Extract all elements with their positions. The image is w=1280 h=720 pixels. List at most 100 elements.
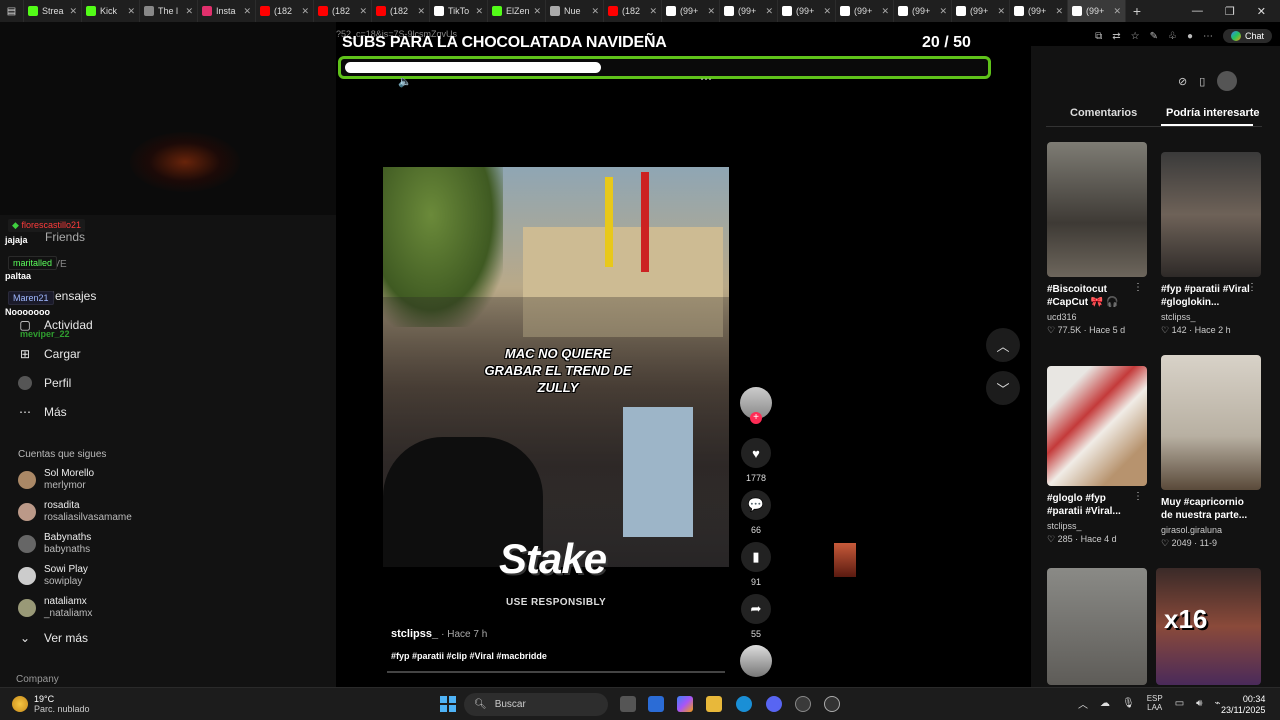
browser-tab[interactable]: ElZen ✕: [488, 0, 546, 22]
following-account[interactable]: rosadita rosaliasilvasamame: [18, 500, 132, 524]
following-account[interactable]: Babynaths babynaths: [18, 532, 91, 556]
close-tab-icon[interactable]: ✕: [127, 6, 135, 17]
music-disc[interactable]: [740, 645, 772, 677]
browser-tab[interactable]: (99+ ✕: [1010, 0, 1068, 22]
edge-icon[interactable]: [736, 696, 752, 712]
close-tab-icon[interactable]: ✕: [881, 6, 889, 17]
bookmark-icon[interactable]: ▮: [741, 542, 771, 572]
sidebar-item-profile[interactable]: Perfil: [18, 376, 71, 390]
browser-tab[interactable]: Nue ✕: [546, 0, 604, 22]
browser-tab[interactable]: (99+ ✕: [720, 0, 778, 22]
task-view-icon[interactable]: [620, 696, 636, 712]
browser-tab[interactable]: (99+ ✕: [778, 0, 836, 22]
close-tab-icon[interactable]: ✕: [707, 6, 715, 17]
recommended-video-card[interactable]: [1047, 568, 1147, 685]
sidebar-item-friends[interactable]: Friends: [45, 230, 85, 244]
close-tab-icon[interactable]: ✕: [591, 6, 599, 17]
weather-widget[interactable]: 19°C Parc. nublado: [12, 694, 90, 714]
phone-icon[interactable]: ▯: [1199, 75, 1205, 88]
copilot-icon[interactable]: [677, 696, 693, 712]
maximize-button[interactable]: ❐: [1225, 5, 1235, 18]
tab-comments[interactable]: Comentarios: [1070, 107, 1137, 119]
favorite-star-icon[interactable]: ☆: [1131, 31, 1140, 42]
share-action[interactable]: ➦ 55: [741, 594, 771, 639]
browser-tab[interactable]: (99+ ✕: [894, 0, 952, 22]
card-options-icon[interactable]: ⋮: [1247, 282, 1257, 293]
next-video-button[interactable]: ﹀: [986, 371, 1020, 405]
sidebar-item-more[interactable]: ⋯ Más: [18, 405, 67, 419]
recommended-video-card[interactable]: Muy #capricornio de nuestra parte... gir…: [1161, 355, 1261, 549]
save-action[interactable]: ▮ 91: [741, 542, 771, 587]
video-hashtags[interactable]: #fyp #paratii #clip #Viral #macbridde: [391, 651, 547, 661]
taskbar-search[interactable]: 🔍︎ Buscar: [464, 693, 608, 716]
file-explorer-icon[interactable]: [706, 696, 722, 712]
close-tab-icon[interactable]: ✕: [823, 6, 831, 17]
discord-icon[interactable]: [766, 696, 782, 712]
close-tab-icon[interactable]: ✕: [765, 6, 773, 17]
browser-tab[interactable]: Insta ✕: [198, 0, 256, 22]
onedrive-icon[interactable]: ☁: [1100, 698, 1110, 709]
following-account[interactable]: nataliamx _nataliamx: [18, 596, 92, 620]
volume-icon[interactable]: 🔊︎: [1196, 698, 1202, 709]
start-button[interactable]: [440, 696, 456, 712]
previous-video-button[interactable]: ︿: [986, 328, 1020, 362]
open-in-app-icon[interactable]: ⧉: [1095, 31, 1102, 42]
recommended-video-card[interactable]: x16: [1156, 568, 1261, 685]
browser-tab[interactable]: Strea ✕: [24, 0, 82, 22]
browser-tab[interactable]: (99+ ✕: [1068, 0, 1126, 22]
tab-recommended[interactable]: Podría interesarte: [1166, 107, 1260, 119]
close-tab-icon[interactable]: ✕: [939, 6, 947, 17]
obs-icon[interactable]: [824, 696, 840, 712]
microphone-icon[interactable]: 🎙︎: [1122, 698, 1135, 709]
close-tab-icon[interactable]: ✕: [475, 6, 483, 17]
close-tab-icon[interactable]: ✕: [1055, 6, 1063, 17]
close-window-button[interactable]: ✕: [1257, 5, 1266, 18]
close-tab-icon[interactable]: ✕: [417, 6, 425, 17]
close-tab-icon[interactable]: ✕: [1113, 6, 1121, 17]
card-options-icon[interactable]: ⋮: [1133, 282, 1143, 293]
recommended-video-card[interactable]: #Biscoitocut #CapCut 🎀 🎧 ucd316 ♡ 77.5K …: [1047, 142, 1147, 336]
browser-tab[interactable]: (99+ ✕: [952, 0, 1010, 22]
following-account[interactable]: Sowi Play sowiplay: [18, 564, 88, 588]
browser-tab[interactable]: The l ✕: [140, 0, 198, 22]
new-tab-button[interactable]: +: [1126, 3, 1148, 19]
browser-tab[interactable]: (99+ ✕: [836, 0, 894, 22]
volume-icon[interactable]: 🔈: [398, 75, 412, 88]
app-icon[interactable]: [795, 696, 811, 712]
extensions-icon[interactable]: ✎: [1150, 31, 1158, 42]
comment-action[interactable]: 💬 66: [741, 490, 771, 535]
battery-icon[interactable]: ⌁: [1214, 698, 1220, 709]
compass-icon[interactable]: ⊘: [1178, 75, 1187, 88]
close-tab-icon[interactable]: ✕: [649, 6, 657, 17]
recommended-video-card[interactable]: #gloglo #fyp #paratii #Viral... stclipss…: [1047, 366, 1147, 545]
browser-menu[interactable]: ▤: [0, 0, 24, 22]
browser-tab[interactable]: (182 ✕: [314, 0, 372, 22]
close-tab-icon[interactable]: ✕: [359, 6, 367, 17]
profile-avatar-icon[interactable]: ●: [1187, 31, 1193, 42]
language-indicator[interactable]: ESP LAA: [1147, 694, 1163, 712]
company-link[interactable]: Company: [16, 674, 59, 685]
browser-tab[interactable]: (99+ ✕: [662, 0, 720, 22]
user-avatar[interactable]: [1217, 71, 1238, 91]
see-more-button[interactable]: ⌄ Ver más: [18, 631, 88, 645]
card-options-icon[interactable]: ⋮: [1133, 491, 1143, 502]
clock[interactable]: 00:34 23/11/2025: [1221, 694, 1265, 716]
video-player[interactable]: MAC NO QUIERE GRABAR EL TREND DE ZULLY: [383, 167, 729, 567]
share-icon[interactable]: ➦: [741, 594, 771, 624]
browser-tab[interactable]: Kick ✕: [82, 0, 140, 22]
browser-tab[interactable]: (182 ✕: [604, 0, 662, 22]
translate-icon[interactable]: ⇄: [1112, 31, 1120, 42]
close-tab-icon[interactable]: ✕: [185, 6, 193, 17]
browser-tab[interactable]: (182 ✕: [256, 0, 314, 22]
close-tab-icon[interactable]: ✕: [69, 6, 77, 17]
video-options-icon[interactable]: ⋯: [700, 72, 712, 86]
minimize-button[interactable]: —: [1192, 5, 1203, 18]
close-tab-icon[interactable]: ✕: [301, 6, 309, 17]
browser-tab[interactable]: (182 ✕: [372, 0, 430, 22]
following-account[interactable]: Sol Morello merlymor: [18, 468, 94, 492]
follow-plus-button[interactable]: +: [750, 412, 762, 424]
network-icon[interactable]: ▭: [1175, 698, 1184, 709]
tray-overflow-icon[interactable]: ︿: [1078, 696, 1088, 711]
browser-menu-icon[interactable]: ⋯: [1203, 31, 1213, 42]
video-progress-track[interactable]: [387, 671, 725, 673]
